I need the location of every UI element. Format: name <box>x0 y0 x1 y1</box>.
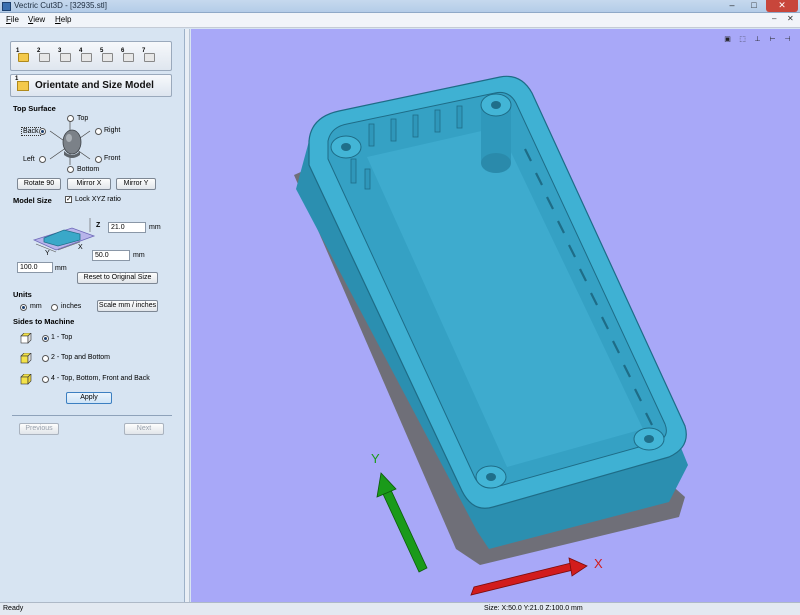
mm-radio[interactable] <box>20 304 27 311</box>
mirror-y-button[interactable]: Mirror Y <box>116 178 156 190</box>
folder-open-icon <box>17 81 29 91</box>
maximize-button[interactable]: □ <box>744 0 764 12</box>
right-radio[interactable] <box>95 128 102 135</box>
side-view-icon[interactable]: ⊣ <box>781 34 794 46</box>
left-panel: 1 2 3 4 5 6 7 1 Orientate and Size Model… <box>0 29 185 602</box>
right-label: Right <box>104 127 121 134</box>
mdi-close-button[interactable]: ✕ <box>787 14 794 23</box>
next-button[interactable]: Next <box>124 423 164 435</box>
folder-open-icon <box>18 53 29 62</box>
rotate-90-button[interactable]: Rotate 90 <box>17 178 61 190</box>
step-6-button[interactable]: 6 <box>121 48 135 64</box>
model-view: Y X <box>294 75 688 596</box>
minimize-button[interactable]: – <box>722 0 742 12</box>
app-icon <box>2 2 11 11</box>
save-toolpath-icon <box>144 53 155 62</box>
iso-view-icon[interactable]: ⬚ <box>736 34 749 46</box>
lock-xyz-label: Lock XYZ ratio <box>75 196 121 203</box>
cube-top-bottom-icon <box>20 353 32 364</box>
menu-file[interactable]: File <box>6 15 19 24</box>
sides-4-radio[interactable] <box>42 376 49 383</box>
front-view-icon[interactable]: ⊢ <box>766 34 779 46</box>
mdi-minimize-button[interactable]: – <box>772 14 776 23</box>
sides-2-label: 2 - Top and Bottom <box>51 354 111 361</box>
window-title: Vectric Cut3D - [32935.stl] <box>14 1 107 10</box>
bottom-label: Bottom <box>77 166 100 173</box>
3d-viewport[interactable]: Y X <box>191 29 800 602</box>
menu-help[interactable]: Help <box>55 15 71 24</box>
axis-x-label: X <box>78 244 83 251</box>
cutout-icon <box>123 53 134 62</box>
orientate-icon <box>39 53 50 62</box>
z-size-input[interactable]: 21.0 <box>108 222 146 233</box>
inches-radio[interactable] <box>51 304 58 311</box>
mm-label: mm <box>30 303 42 310</box>
sides-1-radio[interactable] <box>42 335 49 342</box>
menu-view[interactable]: View <box>28 15 45 24</box>
reset-size-button[interactable]: Reset to Original Size <box>77 272 158 284</box>
model-size-diagram-icon <box>32 218 96 253</box>
units-label: Units <box>13 290 32 299</box>
orientation-head-icon <box>49 121 91 165</box>
axis-y-text: Y <box>371 451 380 466</box>
step-1-button[interactable]: 1 <box>16 48 30 64</box>
y-size-input[interactable]: 100.0 <box>17 262 53 273</box>
x-unit-label: mm <box>133 252 145 259</box>
inches-label: inches <box>61 303 82 310</box>
y-axis-arrow <box>376 472 428 573</box>
zoom-extents-icon[interactable]: ▣ <box>721 34 734 46</box>
bottom-radio[interactable] <box>67 166 74 173</box>
wizard-steps: 1 2 3 4 5 6 7 <box>10 41 172 71</box>
axis-y-label: Y <box>45 250 50 257</box>
front-label: Front <box>104 155 121 162</box>
axis-z-label: Z <box>96 222 101 229</box>
panel-title: Orientate and Size Model <box>35 80 154 91</box>
x-axis-arrow <box>470 557 588 596</box>
previous-button[interactable]: Previous <box>19 423 59 435</box>
step-3-button[interactable]: 3 <box>58 48 72 64</box>
close-button[interactable]: ✕ <box>766 0 798 12</box>
x-size-input[interactable]: 50.0 <box>92 250 130 261</box>
status-size: Size: X:50.0 Y:21.0 Z:100.0 mm <box>484 605 583 612</box>
roughing-icon <box>81 53 92 62</box>
menu-bar: File View Help – ✕ <box>0 13 800 28</box>
left-label: Left <box>23 156 35 163</box>
title-bar: Vectric Cut3D - [32935.stl] – □ ✕ <box>0 0 800 13</box>
panel-splitter[interactable] <box>185 29 190 602</box>
y-unit-label: mm <box>55 265 67 272</box>
model-size-label: Model Size <box>13 196 52 205</box>
top-surface-label: Top Surface <box>13 104 56 113</box>
lock-xyz-checkbox[interactable]: ✓ <box>65 196 72 203</box>
divider <box>12 415 172 416</box>
sides-2-radio[interactable] <box>42 355 49 362</box>
mirror-x-button[interactable]: Mirror X <box>67 178 111 190</box>
sides-to-machine-label: Sides to Machine <box>13 317 75 326</box>
material-icon <box>60 53 71 62</box>
view-toolbar: ▣ ⬚ ⊥ ⊢ ⊣ <box>721 34 797 46</box>
finishing-icon <box>102 53 113 62</box>
cube-top-icon <box>20 333 32 344</box>
apply-button[interactable]: Apply <box>66 392 112 404</box>
back-label: Back <box>21 127 41 136</box>
axis-x-text: X <box>594 556 603 571</box>
top-view-icon[interactable]: ⊥ <box>751 34 764 46</box>
front-radio[interactable] <box>95 156 102 163</box>
sides-1-label: 1 - Top <box>51 334 73 341</box>
step-7-button[interactable]: 7 <box>142 48 156 64</box>
scale-units-button[interactable]: Scale mm / inches <box>97 300 158 312</box>
status-ready: Ready <box>3 605 24 612</box>
sides-4-label: 4 - Top, Bottom, Front and Back <box>51 375 150 382</box>
panel-heading: 1 Orientate and Size Model <box>10 74 172 97</box>
status-bar: Ready Size: X:50.0 Y:21.0 Z:100.0 mm <box>0 602 800 615</box>
z-unit-label: mm <box>149 224 161 231</box>
step-2-button[interactable]: 2 <box>37 48 51 64</box>
cube-four-sides-icon <box>20 374 32 385</box>
step-5-button[interactable]: 5 <box>100 48 114 64</box>
step-4-button[interactable]: 4 <box>79 48 93 64</box>
